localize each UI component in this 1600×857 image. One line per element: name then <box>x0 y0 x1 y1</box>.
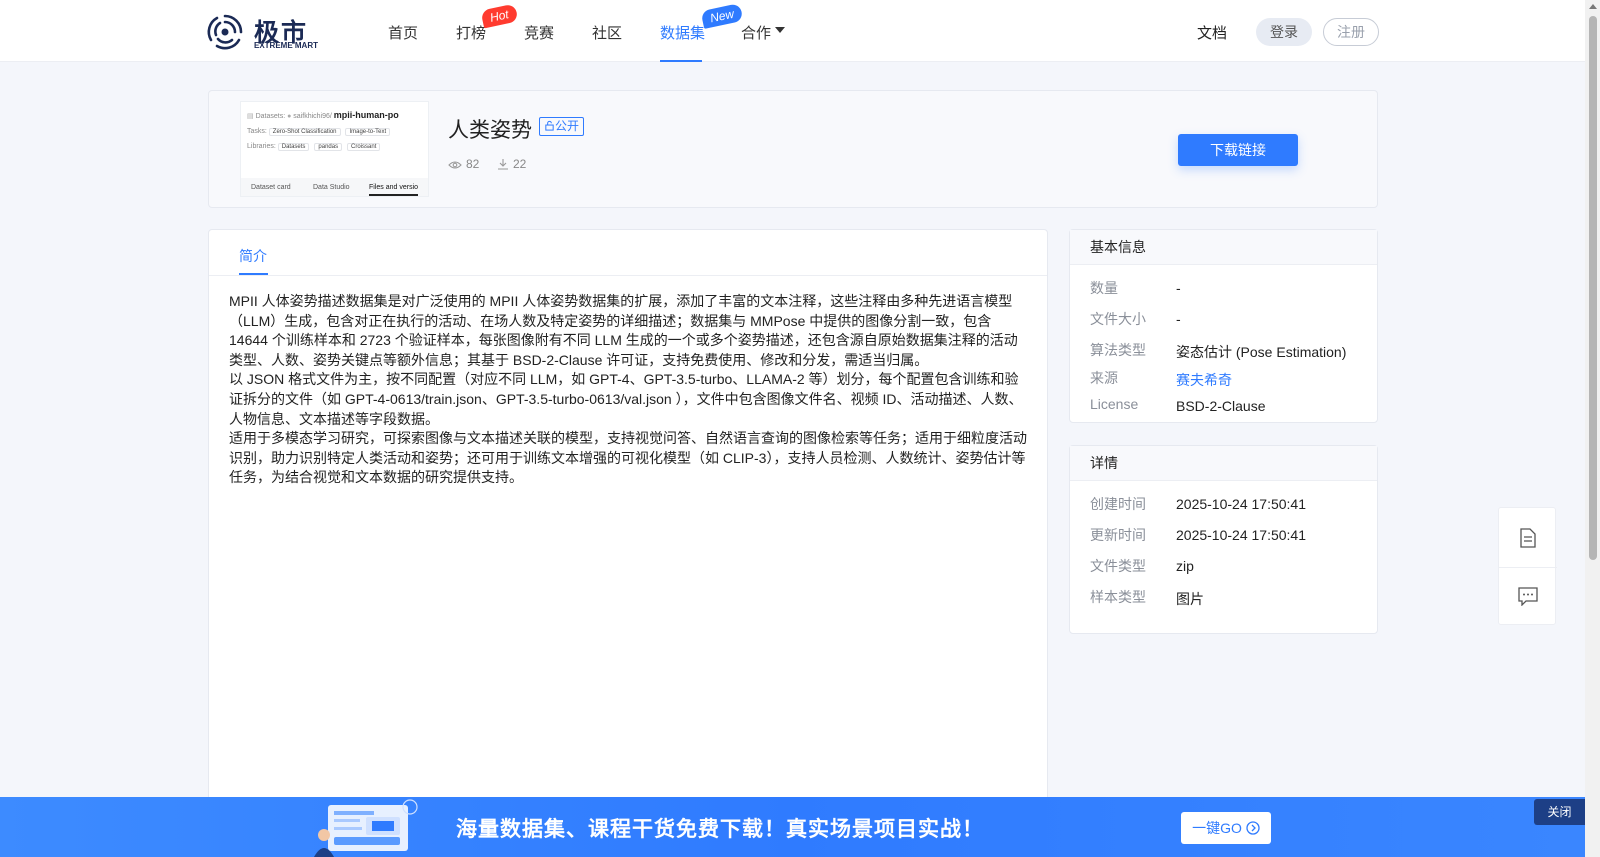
thumb-tabs: Dataset card Data Studio Files and versi… <box>241 178 428 196</box>
thumb-dataset-name: mpii-human-po <box>333 110 399 120</box>
thumb-crumb: Datasets: <box>255 113 286 120</box>
visibility-label: 公开 <box>555 119 580 133</box>
detail-key: 创建时间 <box>1090 496 1146 512</box>
detail-value: zip <box>1176 558 1194 574</box>
basic-info-card: 基本信息 数量 - 文件大小 - 算法类型 姿态估计 (Pose Estimat… <box>1069 229 1378 423</box>
info-key: License <box>1090 396 1139 412</box>
info-value: 姿态估计 (Pose Estimation) <box>1176 344 1347 360</box>
dataset-description: MPII 人体姿势描述数据集是对广泛使用的 MPII 人体姿势数据集的扩展，添加… <box>229 292 1029 488</box>
feedback-button[interactable] <box>1499 567 1557 626</box>
nav-home[interactable]: 首页 <box>388 22 418 43</box>
detail-value: 2025-10-24 17:50:41 <box>1176 527 1306 543</box>
thumb-tab: Dataset card <box>251 184 291 191</box>
source-link[interactable]: 赛夫希奇 <box>1176 370 1232 390</box>
divider <box>209 275 1047 276</box>
lock-open-icon <box>545 120 554 131</box>
detail-key: 样本类型 <box>1090 589 1146 605</box>
description-paragraph: MPII 人体姿势描述数据集是对广泛使用的 MPII 人体姿势数据集的扩展，添加… <box>229 293 1018 368</box>
document-button[interactable] <box>1499 508 1557 567</box>
detail-row-sampletype: 样本类型 图片 <box>1090 587 1370 607</box>
details-card: 详情 创建时间 2025-10-24 17:50:41 更新时间 2025-10… <box>1069 445 1378 634</box>
nav-community[interactable]: 社区 <box>592 22 622 43</box>
floating-toolbar <box>1498 507 1557 626</box>
download-count: 22 <box>497 157 526 171</box>
thumb-libraries-label: Libraries: <box>247 143 276 150</box>
thumb-task-chip: Image-to-Text <box>345 128 391 136</box>
dataset-thumbnail: ▤ Datasets: ● saifkhichi96/ mpii-human-p… <box>240 101 429 197</box>
thumb-library-chip: Datasets <box>277 143 310 151</box>
description-panel: 简介 MPII 人体姿势描述数据集是对广泛使用的 MPII 人体姿势数据集的扩展… <box>208 229 1048 857</box>
info-row-count: 数量 - <box>1090 278 1370 298</box>
close-banner-button[interactable]: 关闭 <box>1534 799 1585 825</box>
scroll-up-arrow-icon[interactable] <box>1589 4 1597 9</box>
download-link-button[interactable]: 下载链接 <box>1178 134 1298 166</box>
info-value: - <box>1176 311 1181 327</box>
dataset-title: 人类姿势 <box>448 119 532 142</box>
arrow-right-circle-icon <box>1246 821 1260 835</box>
thumb-tab: Data Studio <box>313 184 350 191</box>
logo-subtext: EXTREME MART <box>254 41 318 50</box>
promo-illustration-icon <box>314 799 418 857</box>
site-logo[interactable]: 极市 EXTREME MART <box>206 13 318 51</box>
eye-icon <box>448 161 462 169</box>
docs-link[interactable]: 文档 <box>1197 22 1227 43</box>
thumb-library-chip: pandas <box>314 143 343 151</box>
go-button[interactable]: 一键GO <box>1181 812 1271 844</box>
logo-mark-icon <box>207 14 243 50</box>
thumb-tab-active: Files and versio <box>369 184 419 196</box>
thumb-user: saifkhichi96 <box>293 113 330 120</box>
detail-row-updated: 更新时间 2025-10-24 17:50:41 <box>1090 525 1370 545</box>
go-button-label: 一键GO <box>1192 820 1242 836</box>
promo-text: 海量数据集、课程干货免费下载！真实场景项目实战！ <box>456 818 984 841</box>
chevron-down-icon[interactable] <box>775 27 785 33</box>
info-row-algorithm: 算法类型 姿态估计 (Pose Estimation) <box>1090 340 1370 360</box>
dataset-header-card: ▤ Datasets: ● saifkhichi96/ mpii-human-p… <box>208 90 1378 208</box>
document-icon <box>1520 527 1536 548</box>
register-button[interactable]: 注册 <box>1323 18 1379 46</box>
nav-cooperation[interactable]: 合作 <box>741 22 771 43</box>
download-count-value: 22 <box>513 157 527 171</box>
details-title: 详情 <box>1070 446 1377 481</box>
thumb-task-chip: Zero-Shot Classification <box>268 128 341 136</box>
promo-banner: 海量数据集、课程干货免费下载！真实场景项目实战！ 一键GO <box>0 797 1585 857</box>
view-count-value: 82 <box>466 157 480 171</box>
info-key: 来源 <box>1090 370 1118 386</box>
basic-info-title: 基本信息 <box>1070 230 1377 265</box>
nav-competition[interactable]: 竞赛 <box>524 22 554 43</box>
new-badge: New <box>700 3 744 29</box>
hot-badge: Hot <box>480 3 519 29</box>
description-paragraph: 以 JSON 格式文件为主，按不同配置（对应不同 LLM，如 GPT-4、GPT… <box>229 371 1023 427</box>
detail-value: 图片 <box>1176 591 1204 607</box>
nav-leaderboard[interactable]: 打榜 <box>456 22 486 43</box>
active-nav-indicator <box>660 60 702 62</box>
info-row-source: 来源 赛夫希奇 <box>1090 368 1370 388</box>
detail-row-filetype: 文件类型 zip <box>1090 556 1370 576</box>
download-icon <box>498 159 508 170</box>
thumb-tasks-label: Tasks: <box>247 128 267 135</box>
detail-value: 2025-10-24 17:50:41 <box>1176 496 1306 512</box>
description-paragraph: 适用于多模态学习研究，可探索图像与文本描述关联的模型，支持视觉问答、自然语言查询… <box>229 430 1027 486</box>
visibility-badge: 公开 <box>539 117 585 136</box>
detail-row-created: 创建时间 2025-10-24 17:50:41 <box>1090 494 1370 514</box>
info-row-license: License BSD-2-Clause <box>1090 396 1370 416</box>
detail-key: 文件类型 <box>1090 558 1146 574</box>
detail-key: 更新时间 <box>1090 527 1146 543</box>
info-row-size: 文件大小 - <box>1090 309 1370 329</box>
info-key: 数量 <box>1090 280 1118 296</box>
scrollbar-thumb[interactable] <box>1589 16 1597 560</box>
info-key: 文件大小 <box>1090 311 1146 327</box>
nav-datasets[interactable]: 数据集 <box>660 22 705 43</box>
thumb-library-chip: Croissant <box>347 143 381 151</box>
view-count: 82 <box>448 157 479 171</box>
tab-intro[interactable]: 简介 <box>239 246 267 266</box>
info-value: - <box>1176 280 1181 296</box>
login-button[interactable]: 登录 <box>1256 18 1312 46</box>
info-value: BSD-2-Clause <box>1176 398 1266 414</box>
top-navbar: 极市 EXTREME MART 首页 打榜 Hot 竞赛 社区 数据集 New … <box>0 0 1585 62</box>
info-key: 算法类型 <box>1090 342 1146 358</box>
feedback-icon <box>1518 587 1538 606</box>
